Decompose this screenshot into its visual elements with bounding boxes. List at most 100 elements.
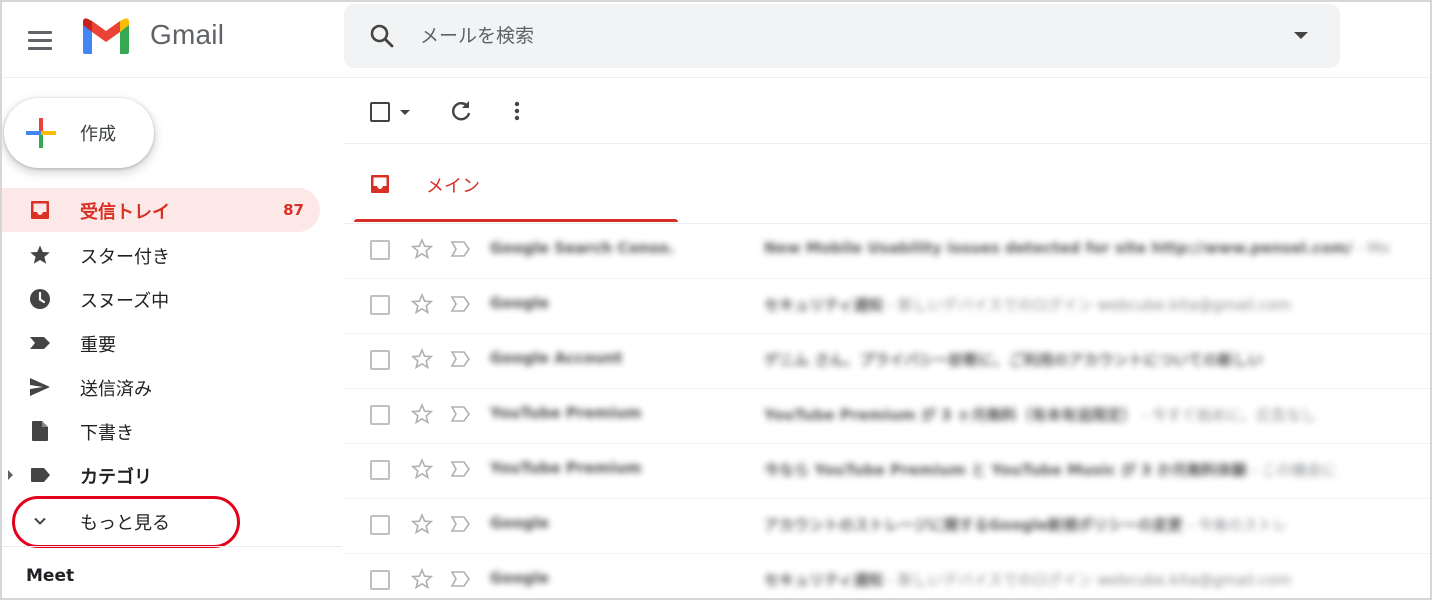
important-icon [30,337,50,349]
email-sender: YouTube Premium [490,459,642,477]
important-outline-icon[interactable] [450,239,472,259]
email-sender: Google Account [490,349,623,367]
category-tabs: メイン [344,144,1430,224]
chevron-down-icon [34,517,46,525]
meet-section-label: Meet [26,566,75,586]
important-outline-icon[interactable] [450,514,472,534]
email-sender: Google [490,514,549,532]
row-checkbox[interactable] [370,295,390,315]
row-checkbox[interactable] [370,515,390,535]
row-checkbox[interactable] [370,570,390,590]
email-subject-line: New Mobile Usability issues detected for… [764,239,1430,257]
sidebar-item-label: 受信トレイ [80,202,170,223]
refresh-icon[interactable] [448,98,474,124]
row-checkbox[interactable] [370,240,390,260]
label-icon [31,468,50,482]
sidebar-item-inbox[interactable]: 受信トレイ 87 [2,188,320,232]
gmail-logo[interactable] [80,16,132,56]
email-sender: YouTube Premium [490,404,642,422]
sidebar-item-sent[interactable]: 送信済み [2,365,320,409]
star-outline-icon[interactable] [410,292,434,316]
tab-label: メイン [426,176,480,197]
email-subject-line: YouTube Premium が 3 ヶ月無料（有本有追限定） - 今すぐ始め… [764,404,1430,425]
email-sender: Google Search Conso. [490,239,675,257]
search-icon[interactable] [368,22,396,50]
email-subject: 今なら YouTube Premium と YouTube Music が 3 … [764,461,1247,479]
email-snippet: - この機会に [1246,461,1337,479]
table-row[interactable]: Google アカウントのストレージに関するGoogle新規ポリシーの変更 - … [344,499,1430,554]
sidebar-item-snoozed[interactable]: スヌーズ中 [2,277,320,321]
email-subject-line: セキュリティ通知 - 新しいデバイスでのログイン webcube.kita@gm… [764,294,1430,315]
sidebar-item-important[interactable]: 重要 [2,321,320,365]
important-outline-icon[interactable] [450,349,472,369]
email-sender: Google [490,294,549,312]
compose-button[interactable]: 作成 [4,98,154,168]
table-row[interactable]: Google セキュリティ通知 - 新しいデバイスでのログイン webcube.… [344,554,1430,598]
expand-arrow-icon[interactable] [8,470,13,480]
sidebar-item-more[interactable]: もっと見る [2,499,320,543]
row-checkbox[interactable] [370,350,390,370]
table-row[interactable]: Google セキュリティ通知 - 新しいデバイスでのログイン webcube.… [344,279,1430,334]
sidebar-item-label: 下書き [80,423,134,444]
email-sender: Google [490,569,549,587]
top-header: Gmail [2,2,1430,78]
gmail-window: Gmail 作成 受信トレイ 87 スター付き [0,0,1432,600]
star-outline-icon[interactable] [410,512,434,536]
star-outline-icon[interactable] [410,457,434,481]
draft-icon [32,421,48,441]
email-subject-line: 今なら YouTube Premium と YouTube Music が 3 … [764,459,1430,480]
sidebar-item-label: スヌーズ中 [80,291,170,312]
sidebar-item-categories[interactable]: カテゴリ [2,453,320,497]
sidebar-item-drafts[interactable]: 下書き [2,409,320,453]
email-list: Google Search Conso. New Mobile Usabilit… [344,224,1430,598]
email-subject: セキュリティ通知 [764,571,884,589]
compose-plus-icon [26,118,56,148]
active-tab-indicator [354,219,678,222]
email-snippet: - 新しいデバイスでのログイン webcube.kita@gmail.com [883,296,1292,314]
sidebar-item-label: カテゴリ [80,467,152,488]
hamburger-menu-icon[interactable] [22,22,58,58]
inbox-icon [31,201,49,219]
important-outline-icon[interactable] [450,459,472,479]
inbox-icon [371,175,389,193]
table-row[interactable]: YouTube Premium YouTube Premium が 3 ヶ月無料… [344,389,1430,444]
email-subject: New Mobile Usability issues detected for… [764,239,1353,257]
unread-count-badge: 87 [283,201,304,219]
email-snippet: - 新しいデバイスでのログイン webcube.kita@gmail.com [883,571,1292,589]
more-vert-icon[interactable] [504,98,530,124]
table-row[interactable]: YouTube Premium 今なら YouTube Premium と Yo… [344,444,1430,499]
row-checkbox[interactable] [370,405,390,425]
mail-toolbar [344,78,1430,144]
star-outline-icon[interactable] [410,237,434,261]
tab-main[interactable]: メイン [354,144,678,222]
email-subject-line: セキュリティ通知 - 新しいデバイスでのログイン webcube.kita@gm… [764,569,1430,590]
important-outline-icon[interactable] [450,404,472,424]
star-outline-icon[interactable] [410,347,434,371]
email-snippet: - 今すぐ始めに、広告なし [1136,406,1317,424]
search-bar [344,4,1340,68]
email-subject-line: アカウントのストレージに関するGoogle新規ポリシーの変更 - 今後のストレ [764,514,1430,535]
important-outline-icon[interactable] [450,569,472,589]
email-subject: ゲニム さん、プライバシー診断に、ご利用のアカウントについての新しい [764,351,1264,369]
clock-icon [30,289,50,309]
search-options-caret-icon[interactable] [1294,32,1308,39]
select-all-checkbox[interactable] [370,102,390,122]
select-options-caret-icon[interactable] [400,110,410,115]
sidebar-item-label: 送信済み [80,379,152,400]
sidebar-item-label: もっと見る [80,513,170,534]
app-name: Gmail [150,19,225,50]
important-outline-icon[interactable] [450,294,472,314]
email-subject-line: ゲニム さん、プライバシー診断に、ご利用のアカウントについての新しい [764,349,1430,370]
table-row[interactable]: Google Search Conso. New Mobile Usabilit… [344,224,1430,279]
star-outline-icon[interactable] [410,567,434,591]
compose-label: 作成 [80,124,116,145]
star-icon [30,245,50,264]
email-subject: YouTube Premium が 3 ヶ月無料（有本有追限定） [764,406,1137,424]
row-checkbox[interactable] [370,460,390,480]
star-outline-icon[interactable] [410,402,434,426]
table-row[interactable]: Google Account ゲニム さん、プライバシー診断に、ご利用のアカウン… [344,334,1430,389]
send-icon [30,378,50,396]
sidebar-item-starred[interactable]: スター付き [2,233,320,277]
search-input[interactable] [420,16,1260,56]
sidebar-item-label: スター付き [80,247,170,268]
